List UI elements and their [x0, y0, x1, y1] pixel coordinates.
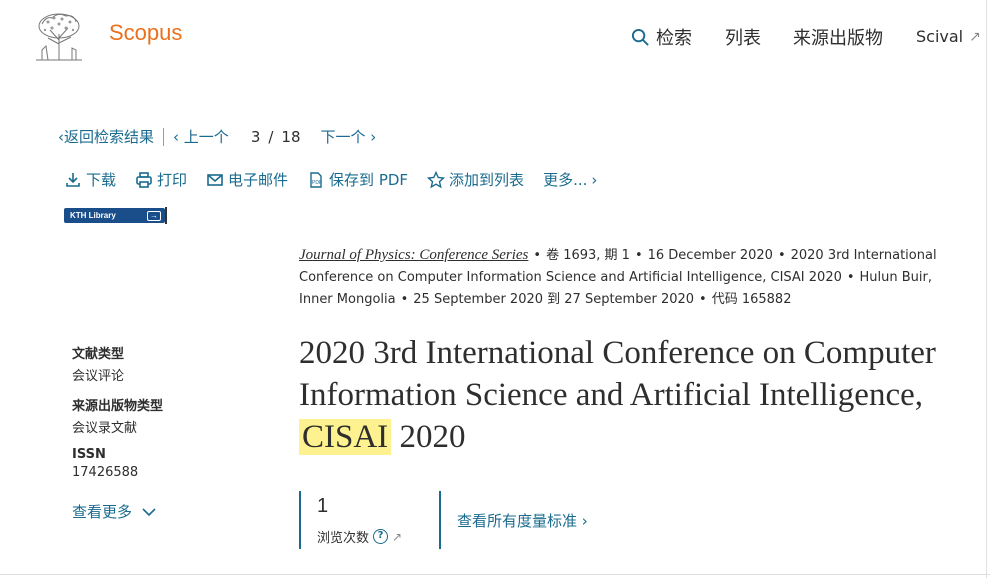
nav-scival[interactable]: Scival ↗	[916, 27, 981, 46]
previous-label: 上一个	[183, 128, 229, 146]
email-label: 电子邮件	[228, 171, 289, 189]
counter-slash: /	[268, 127, 274, 146]
journal-link[interactable]: Journal of Physics: Conference Series	[299, 247, 528, 263]
view-more-label: 查看更多	[72, 503, 133, 521]
source-type-label: 来源出版物类型	[72, 399, 164, 414]
download-button[interactable]: 下载	[64, 169, 116, 190]
bottom-divider	[0, 574, 990, 575]
issn-label: ISSN	[72, 447, 106, 462]
views-label-row: 浏览次数 ? ↗	[317, 527, 402, 546]
views-label: 浏览次数	[317, 531, 370, 546]
save-pdf-label: 保存到 PDF	[329, 171, 409, 189]
bullet-separator: •	[777, 248, 786, 263]
kth-divider	[165, 207, 167, 224]
back-to-results-label: 返回检索结果	[64, 128, 155, 146]
print-button[interactable]: 打印	[135, 169, 187, 190]
document-title: 2020 3rd International Conference on Com…	[299, 332, 969, 458]
doc-type-label: 文献类型	[72, 347, 125, 362]
nav-search[interactable]: 检索	[631, 24, 692, 50]
metric-divider	[439, 491, 441, 549]
nav-search-label: 检索	[656, 28, 692, 49]
doc-type-block: 文献类型 会议评论	[72, 343, 124, 384]
elsevier-tree-logo-icon[interactable]	[30, 10, 88, 62]
title-highlight: CISAI	[299, 419, 392, 455]
nav-sources[interactable]: 来源出版物	[793, 24, 883, 50]
kth-library-label: KTH Library	[70, 211, 116, 220]
conference-code: 代码 165882	[711, 292, 792, 307]
breadcrumb: ‹返回检索结果 ‹ 上一个 3/18 下一个 ›	[58, 126, 376, 147]
download-label: 下载	[86, 171, 117, 189]
metric-divider	[299, 491, 301, 549]
external-link-icon: ↗	[969, 28, 981, 45]
nav-lists[interactable]: 列表	[725, 24, 761, 50]
star-icon	[427, 170, 446, 188]
volume-issue: 卷 1693, 期 1	[546, 248, 630, 263]
view-more-button[interactable]: 查看更多	[72, 501, 156, 522]
next-link[interactable]: 下一个 ›	[321, 126, 377, 147]
chevron-right-icon: ›	[581, 512, 588, 530]
right-border	[986, 0, 987, 578]
svg-text:PDF: PDF	[312, 180, 322, 186]
source-info: Journal of Physics: Conference Series • 卷 …	[299, 244, 969, 311]
bullet-separator: •	[846, 270, 855, 285]
next-label: 下一个	[320, 128, 366, 146]
doc-type-value: 会议评论	[72, 369, 125, 384]
bullet-separator: •	[400, 292, 409, 307]
nav-scival-label: Scival	[916, 27, 964, 46]
help-icon[interactable]: ?	[373, 529, 389, 544]
title-text-end: 2020	[391, 419, 466, 455]
nav-sources-label: 来源出版物	[793, 28, 883, 49]
title-text: 2020 3rd International Conference on Com…	[299, 335, 936, 413]
kth-library-button[interactable]: KTH Library →	[64, 208, 165, 223]
more-actions-label: 更多...	[543, 171, 588, 189]
email-button[interactable]: 电子邮件	[206, 169, 288, 190]
exit-arrow-icon: →	[147, 210, 161, 221]
email-icon	[207, 173, 223, 186]
current-index: 3	[250, 127, 261, 146]
view-all-metrics-link[interactable]: 查看所有度量标准 ›	[457, 510, 588, 531]
more-actions-button[interactable]: 更多... ›	[543, 169, 597, 190]
issn-value: 17426588	[72, 465, 139, 480]
views-count: 1	[317, 495, 329, 517]
print-icon	[136, 171, 152, 188]
save-pdf-button[interactable]: PDF 保存到 PDF	[307, 169, 408, 190]
search-icon	[631, 28, 649, 46]
previous-link[interactable]: ‹ 上一个	[173, 126, 229, 147]
view-all-metrics-label: 查看所有度量标准	[457, 512, 578, 530]
chevron-right-icon: ›	[365, 128, 377, 146]
publication-date: 16 December 2020	[647, 248, 773, 263]
scopus-brand[interactable]: Scopus	[109, 20, 182, 46]
conference-dates: 25 September 2020 到 27 September 2020	[413, 292, 695, 307]
download-icon	[66, 172, 80, 187]
chevron-right-icon: ›	[591, 170, 598, 189]
print-label: 打印	[157, 171, 188, 189]
bullet-separator: •	[533, 248, 542, 263]
bullet-separator: •	[699, 292, 707, 307]
result-counter: 3 / 18	[251, 128, 301, 146]
nav-lists-label: 列表	[725, 28, 761, 49]
external-link-icon[interactable]: ↗	[392, 530, 402, 544]
source-type-value: 会议录文献	[72, 421, 138, 436]
pdf-icon: PDF	[310, 171, 322, 188]
total-count: 18	[281, 127, 301, 146]
bullet-separator: •	[634, 248, 643, 263]
breadcrumb-divider	[163, 127, 165, 146]
chevron-left-icon: ‹	[173, 128, 184, 146]
add-to-list-label: 添加到列表	[449, 171, 525, 189]
add-to-list-button[interactable]: 添加到列表	[427, 169, 524, 190]
document-toolbar: 下载 打印 电子邮件 PDF 保存到 PDF 添加到列表 更多... ›	[64, 169, 616, 190]
issn-block: ISSN 17426588	[72, 447, 138, 480]
chevron-down-icon	[142, 507, 156, 516]
source-type-block: 来源出版物类型 会议录文献	[72, 395, 163, 436]
back-to-results-link[interactable]: ‹返回检索结果	[58, 126, 154, 147]
